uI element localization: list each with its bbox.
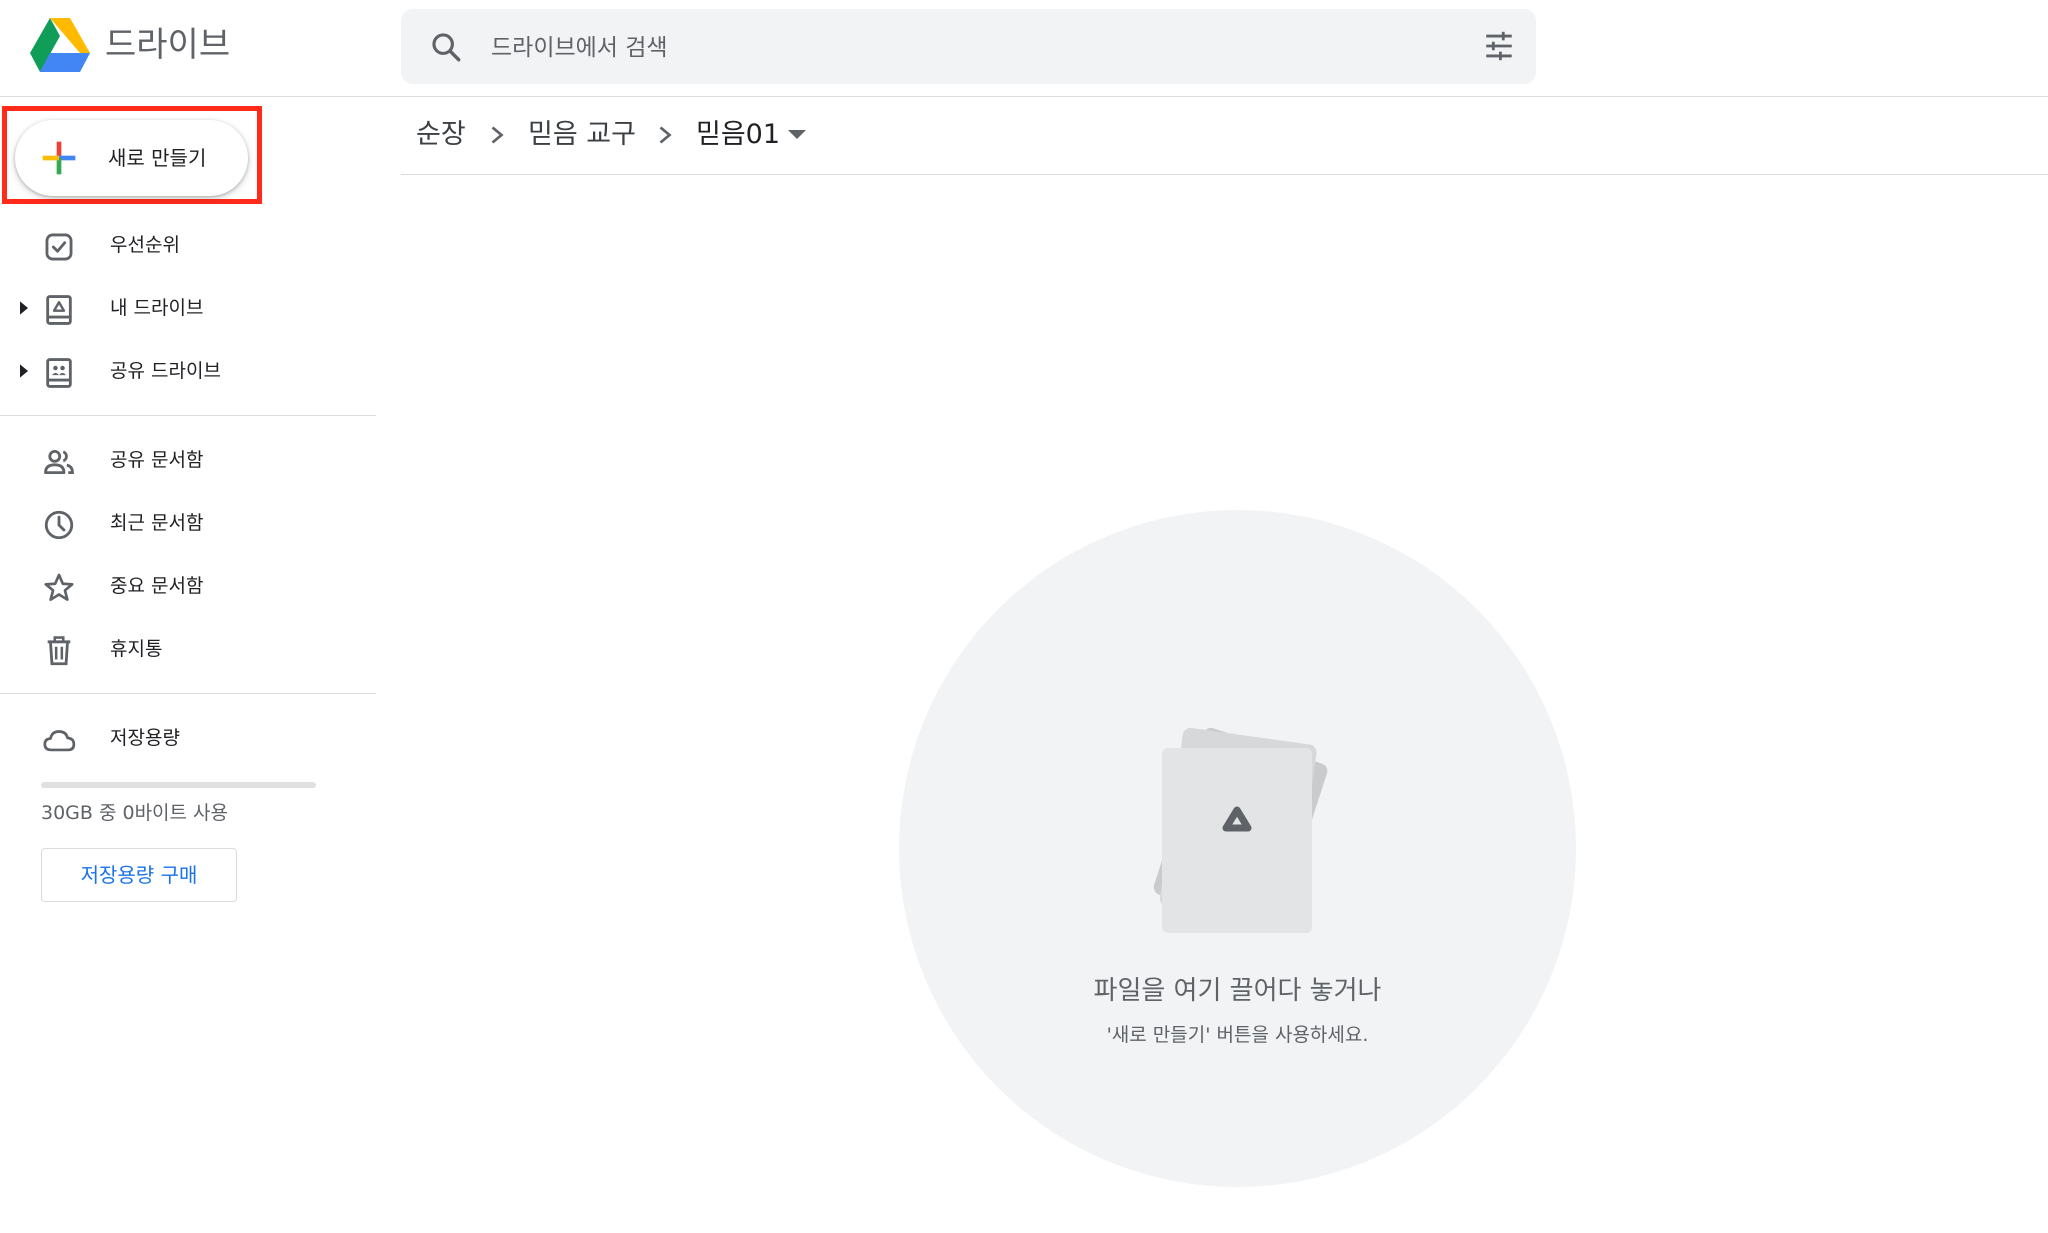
- app-name: 드라이브: [105, 25, 231, 65]
- sidebar-item-shared-drives[interactable]: 공유 드라이브: [0, 343, 376, 399]
- star-icon: [44, 573, 74, 601]
- sidebar-item-trash[interactable]: 휴지통: [0, 621, 376, 677]
- sidebar-item-label: 저장용량: [110, 727, 180, 749]
- sidebar-item-label: 내 드라이브: [110, 297, 204, 319]
- trash-icon: [47, 636, 71, 666]
- people-icon: [44, 449, 74, 475]
- sidebar-item-priority[interactable]: 우선순위: [0, 217, 376, 273]
- sidebar-item-my-drive[interactable]: 내 드라이브: [0, 280, 376, 336]
- expand-caret-icon[interactable]: [17, 300, 31, 316]
- storage-usage-text: 30GB 중 0바이트 사용: [41, 802, 229, 824]
- cloud-icon: [43, 730, 76, 752]
- sidebar-item-label: 중요 문서함: [110, 575, 204, 597]
- my-drive-icon: [46, 295, 72, 325]
- chevron-right-icon: [659, 126, 672, 144]
- search-options-icon[interactable]: [1482, 29, 1516, 63]
- search-icon[interactable]: [429, 30, 463, 64]
- breadcrumb-item[interactable]: 믿음 교구: [528, 110, 636, 160]
- sidebar-item-label: 공유 드라이브: [110, 360, 221, 382]
- sidebar-divider: [0, 415, 376, 416]
- sidebar-item-storage[interactable]: 저장용량: [0, 710, 376, 766]
- sidebar-item-starred[interactable]: 중요 문서함: [0, 558, 376, 614]
- new-button-label: 새로 만들기: [108, 146, 207, 170]
- buy-storage-button[interactable]: 저장용량 구매: [41, 848, 237, 902]
- breadcrumb-current-folder[interactable]: 믿음01: [696, 110, 780, 160]
- sidebar-divider: [0, 693, 376, 694]
- shared-drives-icon: [46, 358, 72, 388]
- sidebar-item-shared-with-me[interactable]: 공유 문서함: [0, 432, 376, 488]
- sidebar-item-label: 최근 문서함: [110, 512, 204, 534]
- empty-state-subtitle: '새로 만들기' 버튼을 사용하세요.: [1106, 1024, 1369, 1046]
- priority-check-icon: [45, 233, 73, 261]
- header-divider: [0, 96, 2048, 97]
- sidebar-item-label: 휴지통: [110, 638, 163, 660]
- sidebar-item-label: 공유 문서함: [110, 449, 204, 471]
- sidebar-item-recent[interactable]: 최근 문서함: [0, 495, 376, 551]
- empty-folder-illustration: [1153, 727, 1328, 933]
- sidebar-item-label: 우선순위: [110, 234, 180, 256]
- breadcrumb-item[interactable]: 순장: [416, 110, 466, 160]
- expand-caret-icon[interactable]: [17, 363, 31, 379]
- dropdown-arrow-icon[interactable]: [788, 130, 806, 142]
- new-button[interactable]: 새로 만들기: [15, 120, 248, 196]
- search-bar[interactable]: [401, 9, 1536, 86]
- chevron-right-icon: [491, 126, 504, 144]
- main-divider: [401, 174, 2048, 175]
- plus-icon: [42, 141, 76, 175]
- google-drive-logo-icon: [30, 18, 90, 72]
- search-input[interactable]: [489, 9, 1393, 86]
- clock-icon: [44, 510, 74, 540]
- storage-usage-bar: [41, 782, 316, 788]
- empty-state-title: 파일을 여기 끌어다 놓거나: [1093, 976, 1382, 1006]
